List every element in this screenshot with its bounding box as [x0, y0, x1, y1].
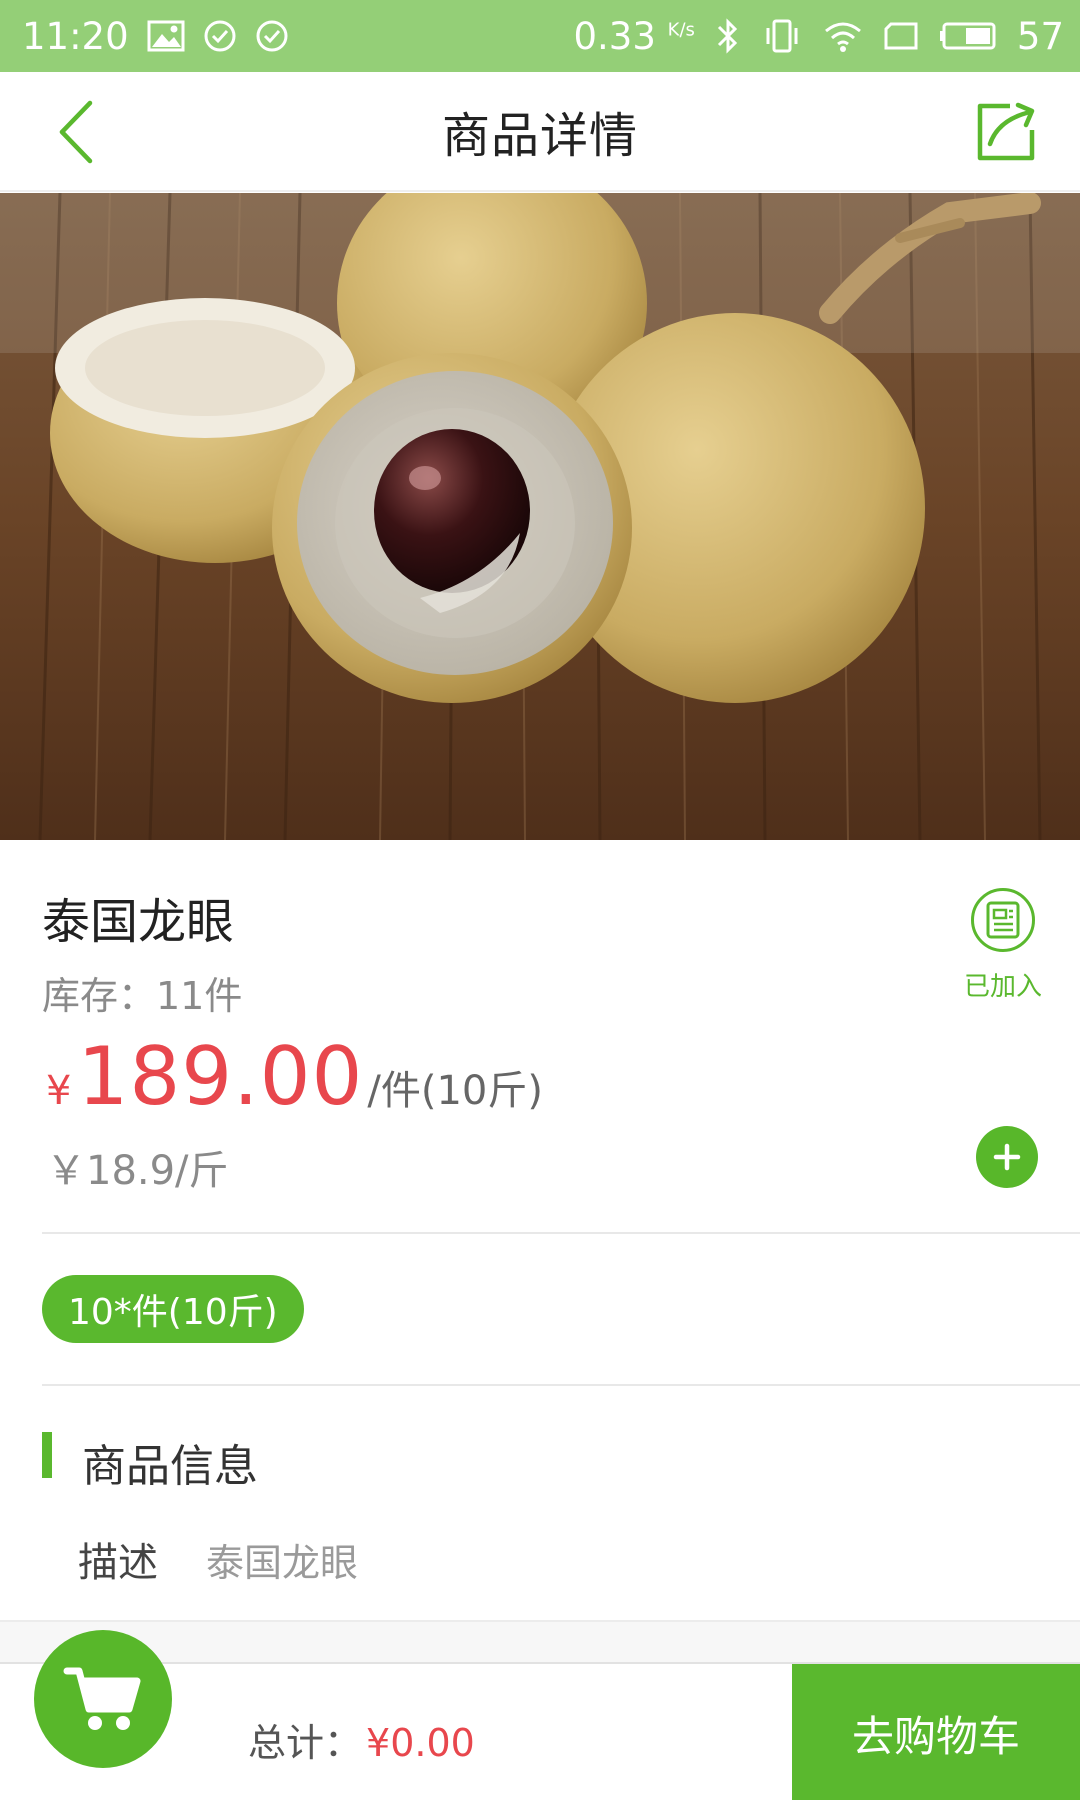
app-header: 商品详情 — [0, 72, 1080, 192]
status-bar: 11:20 0.33 K/s 57 — [0, 0, 1080, 72]
go-to-cart-button[interactable]: 去购物车 — [792, 1664, 1080, 1800]
spacer — [0, 1622, 1080, 1662]
wifi-icon — [824, 22, 861, 52]
total-summary: 总计： ¥0.00 — [248, 1712, 475, 1767]
product-image — [0, 193, 1080, 840]
product-info-section: 商品信息 描述 泰国龙眼 — [0, 1386, 1080, 1622]
currency-symbol: ¥ — [46, 1068, 72, 1114]
back-button[interactable] — [40, 96, 112, 168]
description-value: 泰国龙眼 — [206, 1541, 359, 1585]
added-list-button[interactable]: 已加入 — [958, 888, 1048, 1003]
plus-icon — [993, 1143, 1021, 1171]
price-row: ¥ 189.00 /件(10斤) — [46, 1030, 543, 1123]
share-icon — [977, 102, 1035, 161]
image-icon — [147, 20, 185, 52]
vibrate-icon — [766, 19, 798, 53]
longan-photo — [0, 193, 1080, 840]
check-circle-icon — [256, 20, 288, 52]
product-detail-page: 11:20 0.33 K/s 57 商品详情 泰国龙眼 库存：11件 ¥ 189… — [0, 0, 1080, 1800]
bluetooth-icon — [717, 18, 738, 54]
sim-card-icon — [884, 22, 918, 50]
spec-selector: 10*件(10斤) — [0, 1234, 1080, 1386]
page-title: 商品详情 — [441, 108, 638, 164]
price-value: 189.00 — [77, 1030, 364, 1123]
spec-option-chip[interactable]: 10*件(10斤) — [42, 1275, 304, 1343]
bottom-bar: 总计： ¥0.00 去购物车 — [0, 1630, 1080, 1800]
cart-button[interactable] — [34, 1630, 172, 1768]
cart-icon — [63, 1667, 141, 1730]
section-title: 商品信息 — [82, 1441, 258, 1492]
product-info: 泰国龙眼 库存：11件 ¥ 189.00 /件(10斤) ￥18.9/斤 已加入 — [0, 840, 1080, 1234]
battery-icon — [939, 22, 996, 50]
added-label: 已加入 — [963, 972, 1042, 1002]
total-value: ¥0.00 — [366, 1721, 475, 1765]
check-circle-icon — [204, 20, 236, 52]
chevron-left-icon — [59, 100, 93, 164]
clock: 11:20 — [22, 14, 129, 58]
price-unit: /件(10斤) — [367, 1068, 543, 1114]
network-speed: 0.33 K/s — [573, 14, 695, 58]
unit-price: ￥18.9/斤 — [46, 1148, 229, 1194]
product-name: 泰国龙眼 — [42, 894, 235, 950]
add-to-cart-button[interactable] — [976, 1126, 1038, 1188]
battery-level: 57 — [1016, 14, 1064, 58]
total-label: 总计： — [248, 1721, 363, 1765]
description-label: 描述 — [78, 1540, 158, 1586]
section-accent-bar — [42, 1432, 52, 1478]
share-button[interactable] — [970, 96, 1042, 168]
stock-label: 库存：11件 — [42, 974, 243, 1018]
list-icon — [971, 888, 1035, 952]
